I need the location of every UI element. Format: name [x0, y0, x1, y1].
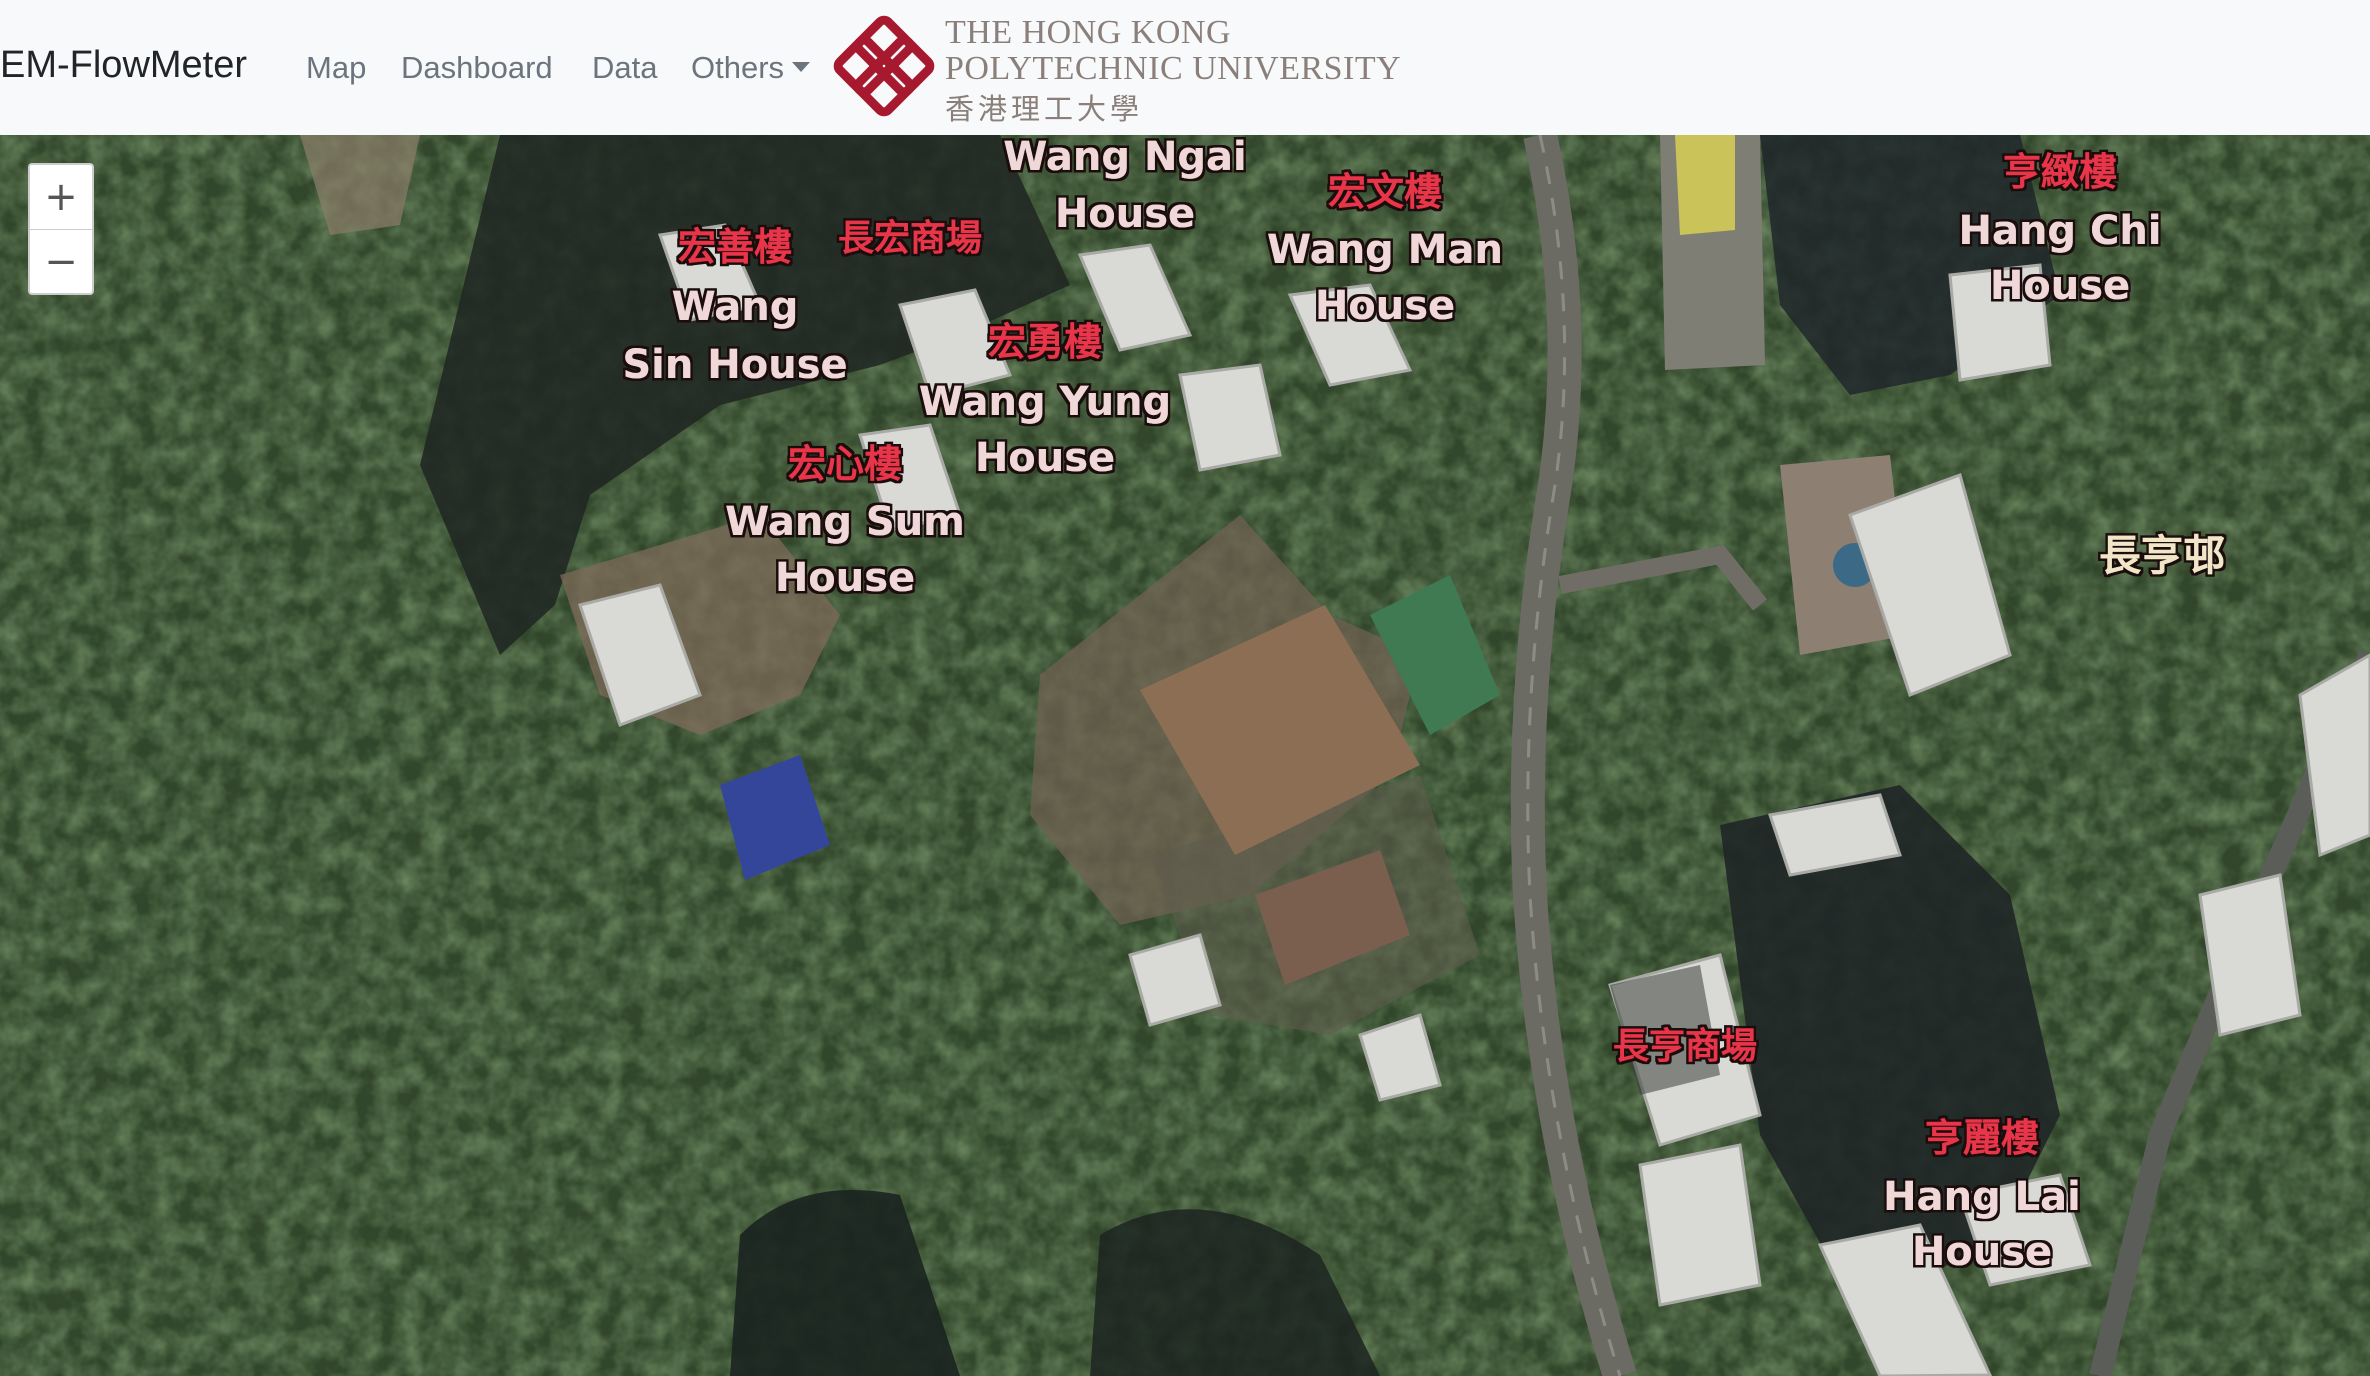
caret-down-icon	[792, 61, 811, 72]
label-wang-man-en-1: Wang Man	[1267, 227, 1503, 273]
label-wang-ngai-en-2: House	[1055, 191, 1195, 237]
logo-line-3: 香港理工大學	[945, 94, 1144, 126]
brand-title[interactable]: EM-FlowMeter	[0, 44, 247, 87]
label-cheung-hang-estate-zh: 長亨邨	[2099, 531, 2225, 580]
polyu-emblem-icon	[833, 15, 935, 117]
nav-link-dashboard[interactable]: Dashboard	[401, 50, 553, 86]
nav-link-map[interactable]: Map	[306, 50, 366, 86]
label-wang-sum-en-2: House	[775, 555, 915, 601]
logo-line-2: POLYTECHNIC UNIVERSITY	[945, 50, 1402, 87]
zoom-out-button[interactable]: −	[30, 230, 92, 294]
label-wang-sum-zh: 宏心樓	[788, 442, 902, 486]
label-wang-man-en-2: House	[1315, 283, 1455, 329]
map-labels: 宏善樓 Wang Sin House 長宏商場 Wang Ngai House …	[622, 135, 2225, 1275]
label-hang-lai-zh: 亨麗樓	[1925, 1116, 2039, 1160]
nav-link-data[interactable]: Data	[592, 50, 657, 86]
label-hang-chi-en-2: House	[1990, 263, 2130, 309]
label-wang-sin-zh: 宏善樓	[678, 225, 792, 269]
label-wang-sum-en-1: Wang Sum	[725, 499, 965, 545]
zoom-in-button[interactable]: +	[30, 165, 92, 230]
label-wang-ngai-en-1: Wang Ngai	[1003, 135, 1247, 180]
university-logo: THE HONG KONG POLYTECHNIC UNIVERSITY 香港理…	[830, 10, 1401, 126]
map-view[interactable]: 宏善樓 Wang Sin House 長宏商場 Wang Ngai House …	[0, 135, 2370, 1376]
label-chang-wang-shopping-zh: 長宏商場	[838, 218, 982, 259]
label-wang-sin-en-1: Wang	[672, 284, 799, 330]
label-wang-yung-en-2: House	[975, 435, 1115, 481]
label-wang-sin-en-2: Sin House	[622, 342, 847, 388]
logo-line-1: THE HONG KONG	[945, 14, 1232, 51]
label-wang-yung-zh: 宏勇樓	[988, 320, 1102, 364]
label-wang-yung-en-1: Wang Yung	[919, 379, 1171, 425]
label-hang-lai-en-1: Hang Lai	[1883, 1174, 2081, 1220]
label-hang-chi-en-1: Hang Chi	[1958, 208, 2161, 254]
navbar: EM-FlowMeter Map Dashboard Data Others T…	[0, 0, 2370, 136]
label-hang-lai-en-2: House	[1912, 1229, 2052, 1275]
label-wang-man-zh: 宏文樓	[1328, 170, 1442, 214]
zoom-control: + −	[28, 163, 94, 295]
label-hang-chi-zh: 亨緻樓	[2003, 150, 2117, 194]
dropdown-label: Others	[691, 50, 785, 85]
label-cheung-hang-shopping-zh: 長亨商場	[1613, 1026, 1757, 1067]
nav-dropdown-others[interactable]: Others	[691, 50, 811, 86]
